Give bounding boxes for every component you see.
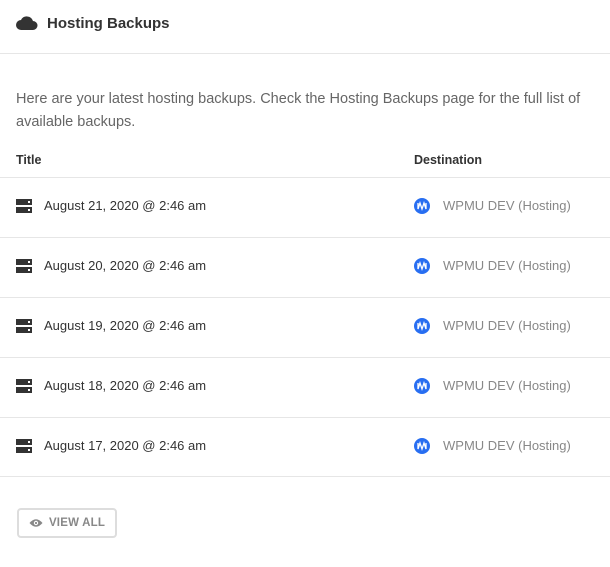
table-row: August 21, 2020 @ 2:46 am WPMU DEV (Host… [0,177,610,237]
backup-date: August 18, 2020 @ 2:46 am [44,378,207,393]
wpmu-dev-logo-icon [414,378,430,394]
server-icon [16,439,32,453]
backup-destination: WPMU DEV (Hosting) [443,198,571,213]
backup-date: August 17, 2020 @ 2:46 am [44,438,207,453]
backup-destination: WPMU DEV (Hosting) [443,258,571,273]
wpmu-dev-logo-icon [414,318,430,334]
table-row: August 20, 2020 @ 2:46 am WPMU DEV (Host… [0,237,610,297]
column-header-destination: Destination [414,153,483,167]
eye-icon [29,519,43,527]
wpmu-dev-logo-icon [414,438,430,454]
backup-destination: WPMU DEV (Hosting) [443,378,571,393]
table-row: August 18, 2020 @ 2:46 am WPMU DEV (Host… [0,357,610,417]
backup-destination: WPMU DEV (Hosting) [443,318,571,333]
cloud-icon [16,16,38,30]
view-all-label: VIEW ALL [48,517,106,529]
column-header-title: Title [16,153,42,167]
view-all-button[interactable]: VIEW ALL [17,508,117,538]
wpmu-dev-logo-icon [414,258,430,274]
backups-table: August 21, 2020 @ 2:46 am WPMU DEV (Host… [0,177,610,477]
table-row: August 19, 2020 @ 2:46 am WPMU DEV (Host… [0,297,610,357]
backup-date: August 21, 2020 @ 2:46 am [44,198,207,213]
table-row: August 17, 2020 @ 2:46 am WPMU DEV (Host… [0,417,610,477]
server-icon [16,199,32,213]
server-icon [16,379,32,393]
server-icon [16,319,32,333]
server-icon [16,259,32,273]
wpmu-dev-logo-icon [414,198,430,214]
backup-destination: WPMU DEV (Hosting) [443,438,571,453]
intro-text: Here are your latest hosting backups. Ch… [16,91,581,130]
card-header: Hosting Backups [0,0,610,54]
backup-date: August 19, 2020 @ 2:46 am [44,318,207,333]
card-title: Hosting Backups [47,15,170,32]
backup-date: August 20, 2020 @ 2:46 am [44,258,207,273]
